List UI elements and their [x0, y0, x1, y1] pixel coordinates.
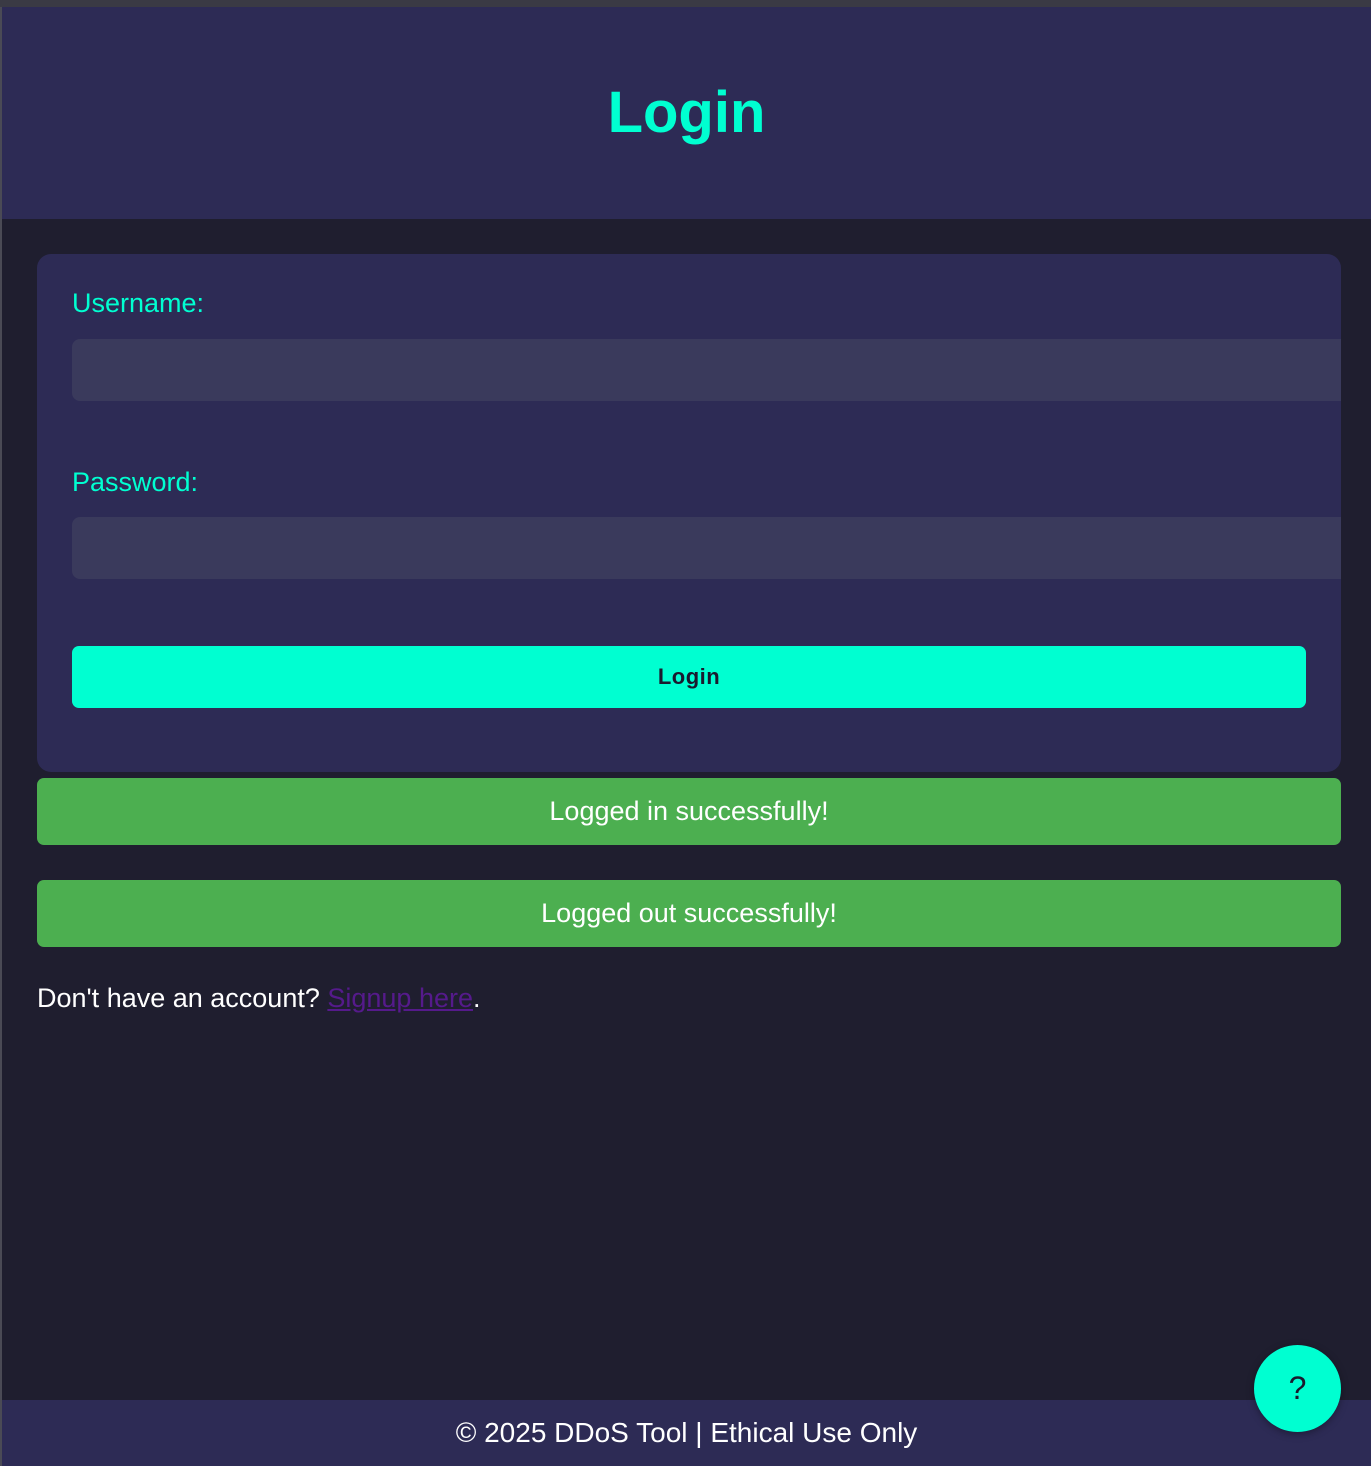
password-input[interactable] — [72, 517, 1341, 579]
page-footer: © 2025 DDoS Tool | Ethical Use Only — [2, 1400, 1371, 1466]
logout-success-alert: Logged out successfully! — [37, 880, 1341, 947]
window-top-strip — [0, 0, 1371, 7]
password-label: Password: — [72, 467, 199, 497]
question-icon: ? — [1288, 1370, 1307, 1406]
username-input[interactable] — [72, 339, 1341, 401]
signup-suffix: . — [473, 983, 481, 1013]
page-header: Login — [2, 7, 1371, 219]
help-button[interactable]: ? — [1254, 1345, 1341, 1432]
signup-link[interactable]: Signup here — [327, 983, 473, 1013]
signup-prompt-text: Don't have an account? — [37, 983, 320, 1013]
signup-prompt: Don't have an account? Signup here. — [37, 982, 481, 1014]
login-button[interactable]: Login — [72, 646, 1306, 708]
page-title: Login — [607, 80, 766, 145]
login-success-alert: Logged in successfully! — [37, 778, 1341, 845]
username-label: Username: — [72, 288, 205, 318]
footer-text: © 2025 DDoS Tool | Ethical Use Only — [455, 1417, 918, 1448]
window-left-edge — [0, 7, 2, 1466]
